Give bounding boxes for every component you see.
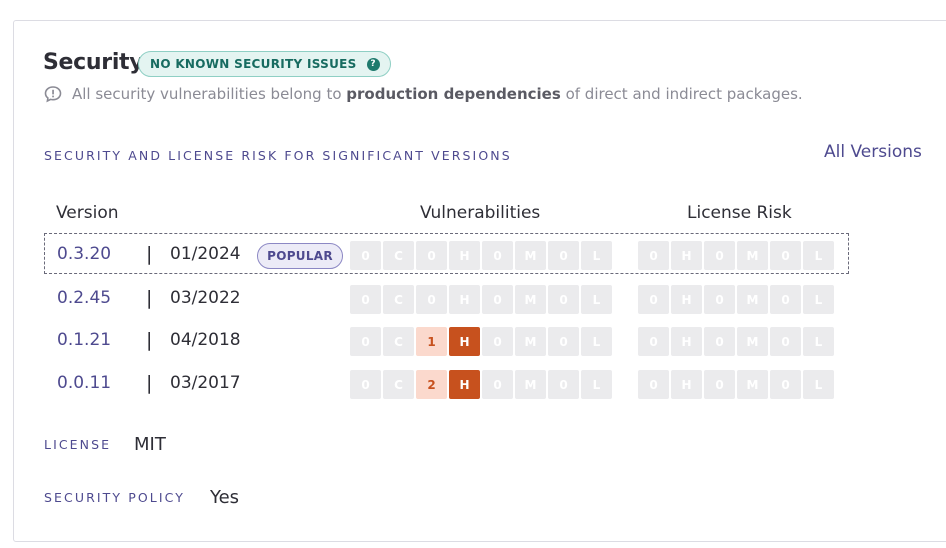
medium-count: 0 xyxy=(482,327,513,356)
release-date: 03/2022 xyxy=(170,288,241,308)
medium-label: M xyxy=(515,327,546,356)
license-label: LICENSE xyxy=(44,437,112,452)
license-risk-cells: 0 H 0 M 0 L xyxy=(638,241,834,270)
column-header-license-risk: License Risk xyxy=(687,203,792,223)
low-count: 0 xyxy=(548,285,579,314)
medium-count: 0 xyxy=(482,285,513,314)
license-risk-cells: 0 H 0 M 0 L xyxy=(638,285,834,314)
license-low-count: 0 xyxy=(770,241,801,270)
release-date: 03/2017 xyxy=(170,373,241,393)
license-low-label: L xyxy=(803,327,834,356)
license-value: MIT xyxy=(134,434,166,455)
vulnerability-cells: 0 C 1 H 0 M 0 L xyxy=(350,327,612,356)
license-medium-label: M xyxy=(737,285,768,314)
license-low-label: L xyxy=(803,285,834,314)
info-text: All security vulnerabilities belong to p… xyxy=(72,85,803,103)
low-label: L xyxy=(581,241,612,270)
security-policy-value: Yes xyxy=(210,487,240,508)
vulnerability-cells: 0 C 0 H 0 M 0 L xyxy=(350,285,612,314)
popular-badge: POPULAR xyxy=(257,243,343,269)
vulnerability-cells: 0 C 2 H 0 M 0 L xyxy=(350,370,612,399)
version-link[interactable]: 0.3.20 xyxy=(57,244,111,264)
security-info-line: All security vulnerabilities belong to p… xyxy=(44,85,803,103)
medium-count: 0 xyxy=(482,370,513,399)
low-label: L xyxy=(581,370,612,399)
medium-count: 0 xyxy=(482,241,513,270)
license-low-count: 0 xyxy=(770,285,801,314)
separator: | xyxy=(146,329,153,351)
critical-count: 0 xyxy=(350,327,381,356)
all-versions-link[interactable]: All Versions xyxy=(824,142,922,162)
low-label: L xyxy=(581,327,612,356)
license-risk-cells: 0 H 0 M 0 L xyxy=(638,327,834,356)
high-count: 2 xyxy=(416,370,447,399)
separator: | xyxy=(146,372,153,394)
version-link[interactable]: 0.1.21 xyxy=(57,330,111,350)
license-medium-count: 0 xyxy=(704,241,735,270)
medium-label: M xyxy=(515,285,546,314)
release-date: 01/2024 xyxy=(170,244,241,264)
license-medium-label: M xyxy=(737,241,768,270)
separator: | xyxy=(146,287,153,309)
license-low-count: 0 xyxy=(770,370,801,399)
critical-label: C xyxy=(383,241,414,270)
license-high-count: 0 xyxy=(638,285,669,314)
risk-section-label: SECURITY AND LICENSE RISK FOR SIGNIFICAN… xyxy=(44,148,512,163)
separator: | xyxy=(146,243,153,265)
license-high-count: 0 xyxy=(638,241,669,270)
low-count: 0 xyxy=(548,370,579,399)
high-label: H xyxy=(449,241,480,270)
question-mark-icon[interactable]: ? xyxy=(366,57,380,71)
license-risk-cells: 0 H 0 M 0 L xyxy=(638,370,834,399)
critical-label: C xyxy=(383,370,414,399)
license-high-label: H xyxy=(671,327,702,356)
high-label: H xyxy=(449,327,480,356)
license-high-label: H xyxy=(671,370,702,399)
license-medium-count: 0 xyxy=(704,285,735,314)
low-count: 0 xyxy=(548,327,579,356)
column-header-vulnerabilities: Vulnerabilities xyxy=(420,203,541,223)
license-low-count: 0 xyxy=(770,327,801,356)
license-high-count: 0 xyxy=(638,370,669,399)
license-medium-label: M xyxy=(737,327,768,356)
medium-label: M xyxy=(515,370,546,399)
no-issues-badge: NO KNOWN SECURITY ISSUES ? xyxy=(138,51,391,77)
medium-label: M xyxy=(515,241,546,270)
critical-label: C xyxy=(383,327,414,356)
license-high-label: H xyxy=(671,285,702,314)
badge-label: NO KNOWN SECURITY ISSUES xyxy=(150,57,357,71)
security-policy-label: SECURITY POLICY xyxy=(44,490,185,505)
vulnerability-cells: 0 C 0 H 0 M 0 L xyxy=(350,241,612,270)
license-medium-label: M xyxy=(737,370,768,399)
version-link[interactable]: 0.0.11 xyxy=(57,373,111,393)
license-low-label: L xyxy=(803,370,834,399)
high-count: 0 xyxy=(416,241,447,270)
critical-count: 0 xyxy=(350,370,381,399)
license-high-label: H xyxy=(671,241,702,270)
release-date: 04/2018 xyxy=(170,330,241,350)
license-medium-count: 0 xyxy=(704,327,735,356)
high-count: 1 xyxy=(416,327,447,356)
high-label: H xyxy=(449,370,480,399)
security-title: Security xyxy=(43,50,144,75)
license-high-count: 0 xyxy=(638,327,669,356)
license-low-label: L xyxy=(803,241,834,270)
high-label: H xyxy=(449,285,480,314)
column-header-version: Version xyxy=(56,203,119,223)
critical-label: C xyxy=(383,285,414,314)
low-label: L xyxy=(581,285,612,314)
version-link[interactable]: 0.2.45 xyxy=(57,288,111,308)
critical-count: 0 xyxy=(350,285,381,314)
critical-count: 0 xyxy=(350,241,381,270)
license-medium-count: 0 xyxy=(704,370,735,399)
low-count: 0 xyxy=(548,241,579,270)
speech-bubble-info-icon xyxy=(44,86,62,103)
high-count: 0 xyxy=(416,285,447,314)
